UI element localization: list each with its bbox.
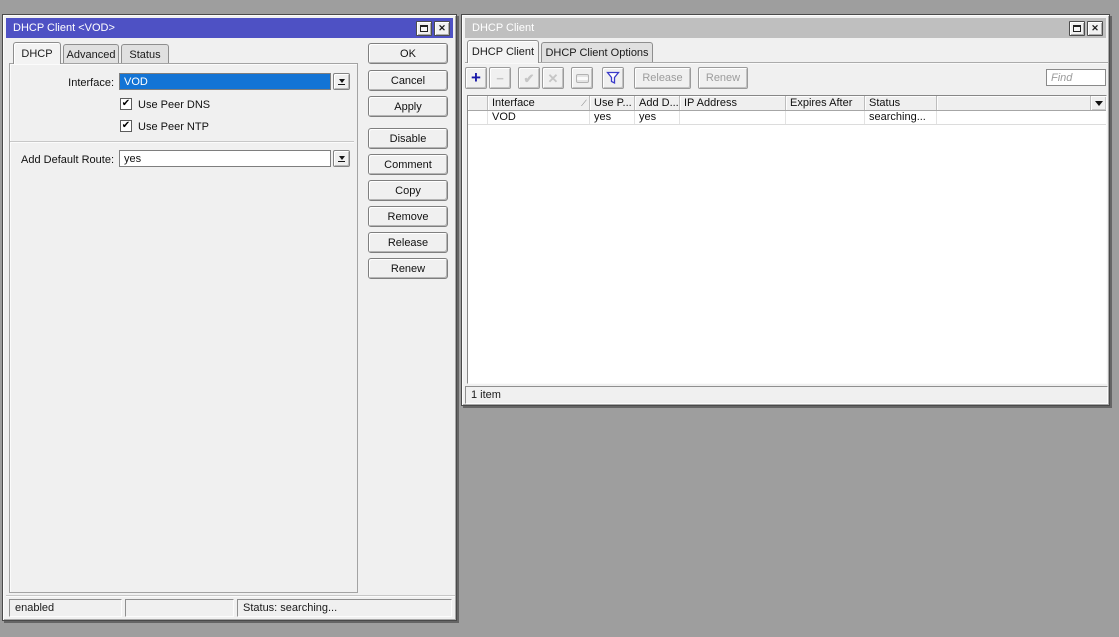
check-icon: ✔	[121, 119, 131, 131]
remove-icon: −	[496, 70, 504, 86]
close-icon: ✕	[438, 22, 446, 33]
enable-check-icon: ✔	[523, 70, 535, 86]
release-button[interactable]: Release	[634, 67, 691, 89]
renew-button[interactable]: Renew	[368, 258, 448, 279]
dhcp-client-dialog-window: DHCP Client <VOD> ✕ DHCP Advanced Status…	[2, 14, 457, 621]
column-use-peer-dns[interactable]: Use P...	[590, 96, 635, 110]
release-button[interactable]: Release	[368, 232, 448, 253]
cell-interface: VOD	[488, 111, 590, 124]
statusbar-separator	[6, 595, 455, 597]
tab-advanced[interactable]: Advanced	[63, 44, 119, 64]
list-statusbar: 1 item	[465, 386, 1108, 404]
interface-dropdown-button[interactable]	[333, 73, 350, 90]
column-add-default-route[interactable]: Add D...	[635, 96, 680, 110]
tab-baseline	[465, 62, 1108, 63]
apply-button[interactable]: Apply	[368, 96, 448, 117]
list-titlebar[interactable]: DHCP Client ✕	[465, 18, 1106, 38]
column-expires-after[interactable]: Expires After	[786, 96, 865, 110]
cell-status: searching...	[865, 111, 937, 124]
status-middle	[125, 599, 234, 617]
table-row[interactable]: VOD yes yes searching...	[468, 111, 1106, 125]
dropdown-arrow-bar	[338, 160, 345, 162]
cell-ip-address	[680, 111, 786, 124]
comment-icon	[575, 73, 589, 83]
use-peer-dns-label: Use Peer DNS	[138, 99, 211, 111]
desktop: DHCP Client <VOD> ✕ DHCP Advanced Status…	[0, 0, 1119, 637]
status-searching: Status: searching...	[237, 599, 452, 617]
dhcp-client-list-window: DHCP Client ✕ DHCP Client DHCP Client Op…	[461, 14, 1110, 406]
renew-button[interactable]: Renew	[698, 67, 748, 89]
interface-label: Interface:	[68, 77, 114, 89]
dialog-title: DHCP Client <VOD>	[13, 22, 115, 34]
cell-add-default-route: yes	[635, 111, 680, 124]
column-interface-label: Interface	[492, 97, 535, 109]
add-default-route-label: Add Default Route:	[21, 154, 114, 166]
sort-asc-icon: ∕	[583, 98, 585, 108]
comment-button[interactable]	[571, 67, 593, 89]
tab-dhcp[interactable]: DHCP	[13, 42, 61, 64]
maximize-button[interactable]	[1069, 20, 1085, 36]
column-filler	[937, 96, 1106, 110]
copy-button[interactable]: Copy	[368, 180, 448, 201]
interface-input[interactable]: VOD	[119, 73, 331, 90]
dropdown-arrow-icon	[338, 78, 345, 83]
column-ip-address[interactable]: IP Address	[680, 96, 786, 110]
dialog-titlebar[interactable]: DHCP Client <VOD> ✕	[6, 18, 453, 38]
form-separator	[10, 141, 354, 143]
comment-button[interactable]: Comment	[368, 154, 448, 175]
add-icon: +	[471, 67, 481, 87]
cell-filler	[937, 111, 1106, 124]
ok-button[interactable]: OK	[368, 43, 448, 64]
disable-button[interactable]: Disable	[368, 128, 448, 149]
find-input[interactable]	[1046, 69, 1106, 86]
column-flags[interactable]	[468, 96, 488, 110]
cell-expires-after	[786, 111, 865, 124]
add-default-route-input[interactable]: yes	[119, 150, 331, 167]
close-button[interactable]: ✕	[1087, 20, 1103, 36]
column-menu-button[interactable]	[1090, 96, 1106, 110]
maximize-icon	[1073, 24, 1081, 32]
cell-flags	[468, 111, 488, 124]
cancel-button[interactable]: Cancel	[368, 70, 448, 91]
close-button[interactable]: ✕	[434, 20, 450, 36]
filter-button[interactable]	[602, 67, 624, 89]
column-status[interactable]: Status	[865, 96, 937, 110]
use-peer-dns-checkbox[interactable]: ✔	[120, 98, 132, 110]
close-icon: ✕	[1091, 22, 1099, 33]
dropdown-arrow-icon	[338, 155, 345, 160]
status-enabled: enabled	[9, 599, 122, 617]
use-peer-ntp-label: Use Peer NTP	[138, 121, 209, 133]
tab-dhcp-client-options[interactable]: DHCP Client Options	[541, 42, 653, 62]
maximize-button[interactable]	[416, 20, 432, 36]
table-header: Interface ∕ Use P... Add D... IP Address…	[468, 96, 1106, 111]
enable-button[interactable]: ✔	[518, 67, 540, 89]
remove-button[interactable]: −	[489, 67, 511, 89]
chevron-down-icon	[1094, 100, 1103, 106]
remove-button[interactable]: Remove	[368, 206, 448, 227]
column-interface[interactable]: Interface ∕	[488, 96, 590, 110]
filter-icon	[606, 71, 620, 85]
dhcp-client-table: Interface ∕ Use P... Add D... IP Address…	[467, 95, 1107, 384]
check-icon: ✔	[121, 97, 131, 109]
add-default-route-dropdown-button[interactable]	[333, 150, 350, 167]
list-title: DHCP Client	[472, 22, 535, 34]
add-button[interactable]: +	[465, 67, 487, 89]
maximize-icon	[420, 24, 428, 32]
tab-status[interactable]: Status	[121, 44, 169, 64]
cell-use-peer-dns: yes	[590, 111, 635, 124]
dropdown-arrow-bar	[338, 83, 345, 85]
use-peer-ntp-checkbox[interactable]: ✔	[120, 120, 132, 132]
disable-button[interactable]: ✕	[542, 67, 564, 89]
tab-dhcp-client[interactable]: DHCP Client	[467, 40, 539, 63]
disable-x-icon: ✕	[547, 70, 559, 86]
